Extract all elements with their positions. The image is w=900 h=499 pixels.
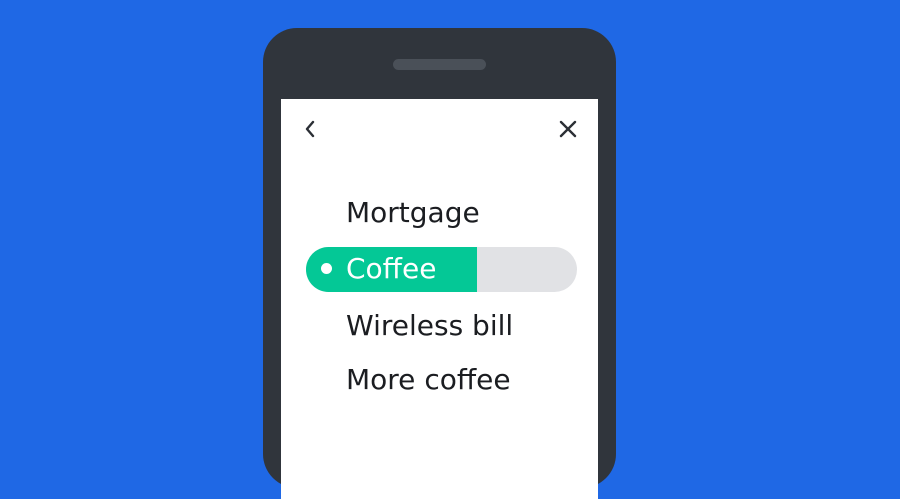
- menu-item-mortgage[interactable]: Mortgage: [346, 196, 480, 230]
- phone-frame: Mortgage Coffee Wireless bill More coffe…: [263, 28, 616, 499]
- selected-dot-icon: [321, 263, 332, 274]
- menu-item-more-coffee[interactable]: More coffee: [346, 363, 511, 397]
- close-button[interactable]: [556, 117, 580, 141]
- menu-item-wireless-bill[interactable]: Wireless bill: [346, 309, 513, 343]
- back-button[interactable]: [298, 117, 322, 141]
- close-icon: [559, 120, 577, 138]
- phone-screen: Mortgage Coffee Wireless bill More coffe…: [281, 99, 598, 499]
- menu-item-coffee-label: Coffee: [346, 252, 437, 285]
- menu-item-coffee-selected[interactable]: Coffee: [306, 247, 577, 292]
- chevron-left-icon: [305, 120, 315, 138]
- phone-speaker: [393, 59, 486, 70]
